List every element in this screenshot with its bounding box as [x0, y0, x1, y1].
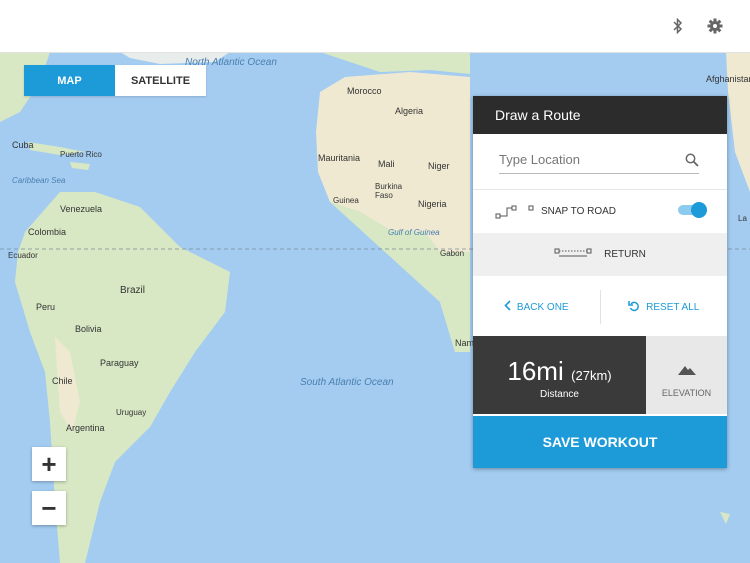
label-uruguay: Uruguay	[116, 408, 147, 417]
label-guinea: Guinea	[333, 196, 359, 205]
mountain-icon	[646, 362, 727, 380]
top-bar	[0, 0, 750, 53]
label-afghanistan: Afghanistan	[706, 74, 750, 84]
label-chile: Chile	[52, 376, 73, 386]
route-edit-row: BACK ONE RESET ALL	[473, 290, 727, 324]
zoom-out-button[interactable]: −	[32, 491, 66, 525]
reset-all-label: RESET ALL	[646, 301, 700, 313]
reset-all-button[interactable]: RESET ALL	[601, 290, 728, 324]
label-nigeria: Nigeria	[418, 199, 447, 209]
label-namibia: Nam	[455, 338, 475, 348]
location-search	[499, 151, 699, 174]
panel-title: Draw a Route	[473, 96, 727, 134]
label-venezuela: Venezuela	[60, 204, 103, 214]
chevron-left-icon	[504, 300, 511, 314]
label-south-atlantic: South Atlantic Ocean	[300, 377, 394, 388]
map-type-toggle: MAP SATELLITE	[24, 65, 206, 96]
label-argentina: Argentina	[66, 423, 105, 433]
label-paraguay: Paraguay	[100, 358, 139, 368]
label-ecuador: Ecuador	[8, 251, 38, 260]
undo-icon	[628, 300, 640, 315]
search-input[interactable]	[499, 152, 679, 167]
label-bolivia: Bolivia	[75, 324, 102, 334]
label-mali: Mali	[378, 159, 395, 169]
label-caribbean: Caribbean Sea	[12, 176, 66, 185]
label-gabon: Gabon	[440, 249, 465, 258]
map-button[interactable]: MAP	[24, 65, 115, 96]
label-colombia: Colombia	[28, 227, 67, 237]
label-algeria: Algeria	[395, 106, 424, 116]
distance-km: (27km)	[571, 368, 612, 383]
label-mauritania: Mauritania	[318, 153, 361, 163]
toggle-knob	[691, 202, 707, 218]
distance-value: 16mi	[507, 356, 564, 386]
elevation-label: ELEVATION	[661, 388, 712, 398]
elevation-button[interactable]: ELEVATION	[646, 336, 727, 414]
distance-label: Distance	[540, 389, 579, 400]
snap-to-road-toggle[interactable]	[678, 202, 707, 218]
return-label: RETURN	[604, 249, 646, 260]
label-brazil: Brazil	[120, 285, 146, 296]
bluetooth-icon[interactable]	[668, 16, 688, 36]
back-one-label: BACK ONE	[516, 301, 569, 313]
distance-box: 16mi (27km) Distance	[473, 336, 646, 414]
gear-icon[interactable]	[705, 16, 725, 36]
return-button[interactable]: RETURN	[473, 233, 727, 276]
label-cuba: Cuba	[12, 140, 34, 150]
label-morocco: Morocco	[347, 86, 382, 96]
snap-to-road-row: SNAP TO ROAD	[473, 189, 727, 234]
draw-route-panel: Draw a Route SNAP TO ROAD R	[473, 96, 727, 468]
search-icon[interactable]	[685, 153, 699, 172]
return-route-icon	[554, 245, 592, 264]
label-edge: La	[738, 214, 747, 223]
back-one-button[interactable]: BACK ONE	[473, 290, 600, 324]
zoom-in-button[interactable]: +	[32, 447, 66, 481]
label-niger: Niger	[428, 161, 450, 171]
snap-to-road-label: SNAP TO ROAD	[541, 206, 617, 217]
label-peru: Peru	[36, 302, 56, 312]
save-workout-button[interactable]: SAVE WORKOUT	[473, 416, 727, 468]
label-burkina: Burkina Faso	[375, 182, 403, 200]
snap-route-icon	[495, 203, 535, 226]
label-gulf-guinea: Gulf of Guinea	[388, 228, 440, 237]
satellite-button[interactable]: SATELLITE	[115, 65, 206, 96]
label-puerto-rico: Puerto Rico	[60, 150, 102, 159]
